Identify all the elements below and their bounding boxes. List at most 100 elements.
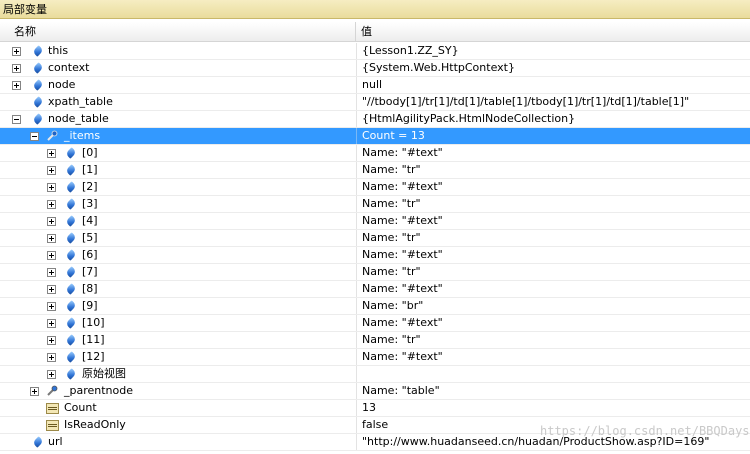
tree-row-name: node — [48, 78, 76, 91]
tree-row-item-5[interactable]: [5] Name: "tr" — [0, 230, 750, 247]
tree-row-value[interactable]: Name: "tr" — [358, 162, 750, 178]
field-icon — [65, 266, 77, 278]
field-icon — [65, 164, 77, 176]
tree-row-count[interactable]: Count 13 — [0, 400, 750, 417]
expand-plus-icon[interactable] — [47, 183, 56, 192]
tree-row-item-0[interactable]: [0] Name: "#text" — [0, 145, 750, 162]
field-icon — [32, 436, 44, 448]
tree-row-item-10[interactable]: [10] Name: "#text" — [0, 315, 750, 332]
tree-row-value[interactable]: null — [358, 77, 750, 93]
tree-row-value[interactable]: 13 — [358, 400, 750, 416]
expand-plus-icon[interactable] — [47, 149, 56, 158]
locals-tree: this {Lesson1.ZZ_SY} context {System.Web… — [0, 43, 750, 451]
expand-plus-icon[interactable] — [47, 319, 56, 328]
tree-row-value[interactable]: Name: "#text" — [358, 213, 750, 229]
tree-row-value[interactable]: Name: "tr" — [358, 264, 750, 280]
column-header-value[interactable]: 值 — [357, 22, 750, 42]
tree-row-name: Count — [64, 401, 97, 414]
tree-row-name: [5] — [82, 231, 98, 244]
tree-row-name: [8] — [82, 282, 98, 295]
tree-row-xpath-table[interactable]: xpath_table "//tbody[1]/tr[1]/td[1]/tabl… — [0, 94, 750, 111]
tree-row-value[interactable]: Name: "#text" — [358, 281, 750, 297]
tree-row-value[interactable]: {System.Web.HttpContext} — [358, 60, 750, 76]
tree-row-node-table[interactable]: node_table {HtmlAgilityPack.HtmlNodeColl… — [0, 111, 750, 128]
expand-plus-icon[interactable] — [47, 200, 56, 209]
tree-row-name: context — [48, 61, 90, 74]
tree-row-item-11[interactable]: [11] Name: "tr" — [0, 332, 750, 349]
tree-row-item-4[interactable]: [4] Name: "#text" — [0, 213, 750, 230]
field-icon — [65, 147, 77, 159]
tree-row-value[interactable]: Name: "table" — [358, 383, 750, 399]
expand-plus-icon[interactable] — [47, 251, 56, 260]
tree-row-value[interactable]: Name: "#text" — [358, 145, 750, 161]
tree-row-item-12[interactable]: [12] Name: "#text" — [0, 349, 750, 366]
expand-plus-icon[interactable] — [47, 166, 56, 175]
collapse-minus-icon[interactable] — [30, 132, 39, 141]
field-icon — [65, 215, 77, 227]
tree-row-value[interactable]: Name: "br" — [358, 298, 750, 314]
expand-plus-icon[interactable] — [47, 217, 56, 226]
tree-row-name: [10] — [82, 316, 105, 329]
tree-row-name: xpath_table — [48, 95, 113, 108]
column-header: 名称 值 — [0, 22, 750, 42]
tree-row-name: [9] — [82, 299, 98, 312]
field-icon — [65, 283, 77, 295]
tree-row-node[interactable]: node null — [0, 77, 750, 94]
tree-row-item-7[interactable]: [7] Name: "tr" — [0, 264, 750, 281]
tree-row-this[interactable]: this {Lesson1.ZZ_SY} — [0, 43, 750, 60]
tree-row-name: [1] — [82, 163, 98, 176]
tree-row-value[interactable]: Name: "tr" — [358, 332, 750, 348]
tree-row-name: IsReadOnly — [64, 418, 126, 431]
tree-row-value[interactable]: Name: "#text" — [358, 179, 750, 195]
collapse-minus-icon[interactable] — [12, 115, 21, 124]
tree-row-parentnode[interactable]: _parentnode Name: "table" — [0, 383, 750, 400]
tree-row-context[interactable]: context {System.Web.HttpContext} — [0, 60, 750, 77]
expand-plus-icon[interactable] — [47, 302, 56, 311]
tree-row-item-1[interactable]: [1] Name: "tr" — [0, 162, 750, 179]
expand-plus-icon[interactable] — [30, 387, 39, 396]
tree-row-value[interactable]: Name: "tr" — [358, 230, 750, 246]
tree-row-value[interactable]: "//tbody[1]/tr[1]/td[1]/table[1]/tbody[1… — [358, 94, 750, 110]
tree-row-value[interactable]: Count = 13 — [358, 128, 750, 144]
tree-row-name: [11] — [82, 333, 105, 346]
field-icon — [65, 368, 77, 380]
expand-plus-icon[interactable] — [12, 81, 21, 90]
tree-row-item-9[interactable]: [9] Name: "br" — [0, 298, 750, 315]
tree-row-item-8[interactable]: [8] Name: "#text" — [0, 281, 750, 298]
expand-plus-icon[interactable] — [47, 370, 56, 379]
field-icon — [65, 334, 77, 346]
column-header-name[interactable]: 名称 — [10, 22, 356, 42]
expand-plus-icon[interactable] — [47, 353, 56, 362]
tree-row-value[interactable]: Name: "#text" — [358, 315, 750, 331]
tree-row-items[interactable]: _items Count = 13 — [0, 128, 750, 145]
expand-plus-icon[interactable] — [47, 285, 56, 294]
tree-row-item-3[interactable]: [3] Name: "tr" — [0, 196, 750, 213]
tree-row-value[interactable]: Name: "#text" — [358, 247, 750, 263]
tree-row-item-6[interactable]: [6] Name: "#text" — [0, 247, 750, 264]
field-icon — [32, 113, 44, 125]
tree-row-value[interactable]: {HtmlAgilityPack.HtmlNodeCollection} — [358, 111, 750, 127]
tree-row-value[interactable] — [358, 366, 750, 382]
tree-row-value[interactable]: {Lesson1.ZZ_SY} — [358, 43, 750, 59]
field-icon — [32, 45, 44, 57]
tree-row-value[interactable]: Name: "#text" — [358, 349, 750, 365]
property-icon — [46, 403, 59, 414]
tree-row-item-2[interactable]: [2] Name: "#text" — [0, 179, 750, 196]
tree-row-name: [12] — [82, 350, 105, 363]
tree-row-name: node_table — [48, 112, 109, 125]
tree-row-name: [2] — [82, 180, 98, 193]
property-icon — [46, 420, 59, 431]
expand-plus-icon[interactable] — [12, 47, 21, 56]
tree-row-name: [3] — [82, 197, 98, 210]
field-icon — [65, 249, 77, 261]
field-icon — [65, 351, 77, 363]
expand-plus-icon[interactable] — [47, 234, 56, 243]
field-icon — [65, 198, 77, 210]
tree-row-name: [4] — [82, 214, 98, 227]
expand-plus-icon[interactable] — [12, 64, 21, 73]
tree-row-name: url — [48, 435, 63, 448]
tree-row-value[interactable]: Name: "tr" — [358, 196, 750, 212]
expand-plus-icon[interactable] — [47, 336, 56, 345]
tree-row-raw-view[interactable]: 原始视图 — [0, 366, 750, 383]
expand-plus-icon[interactable] — [47, 268, 56, 277]
